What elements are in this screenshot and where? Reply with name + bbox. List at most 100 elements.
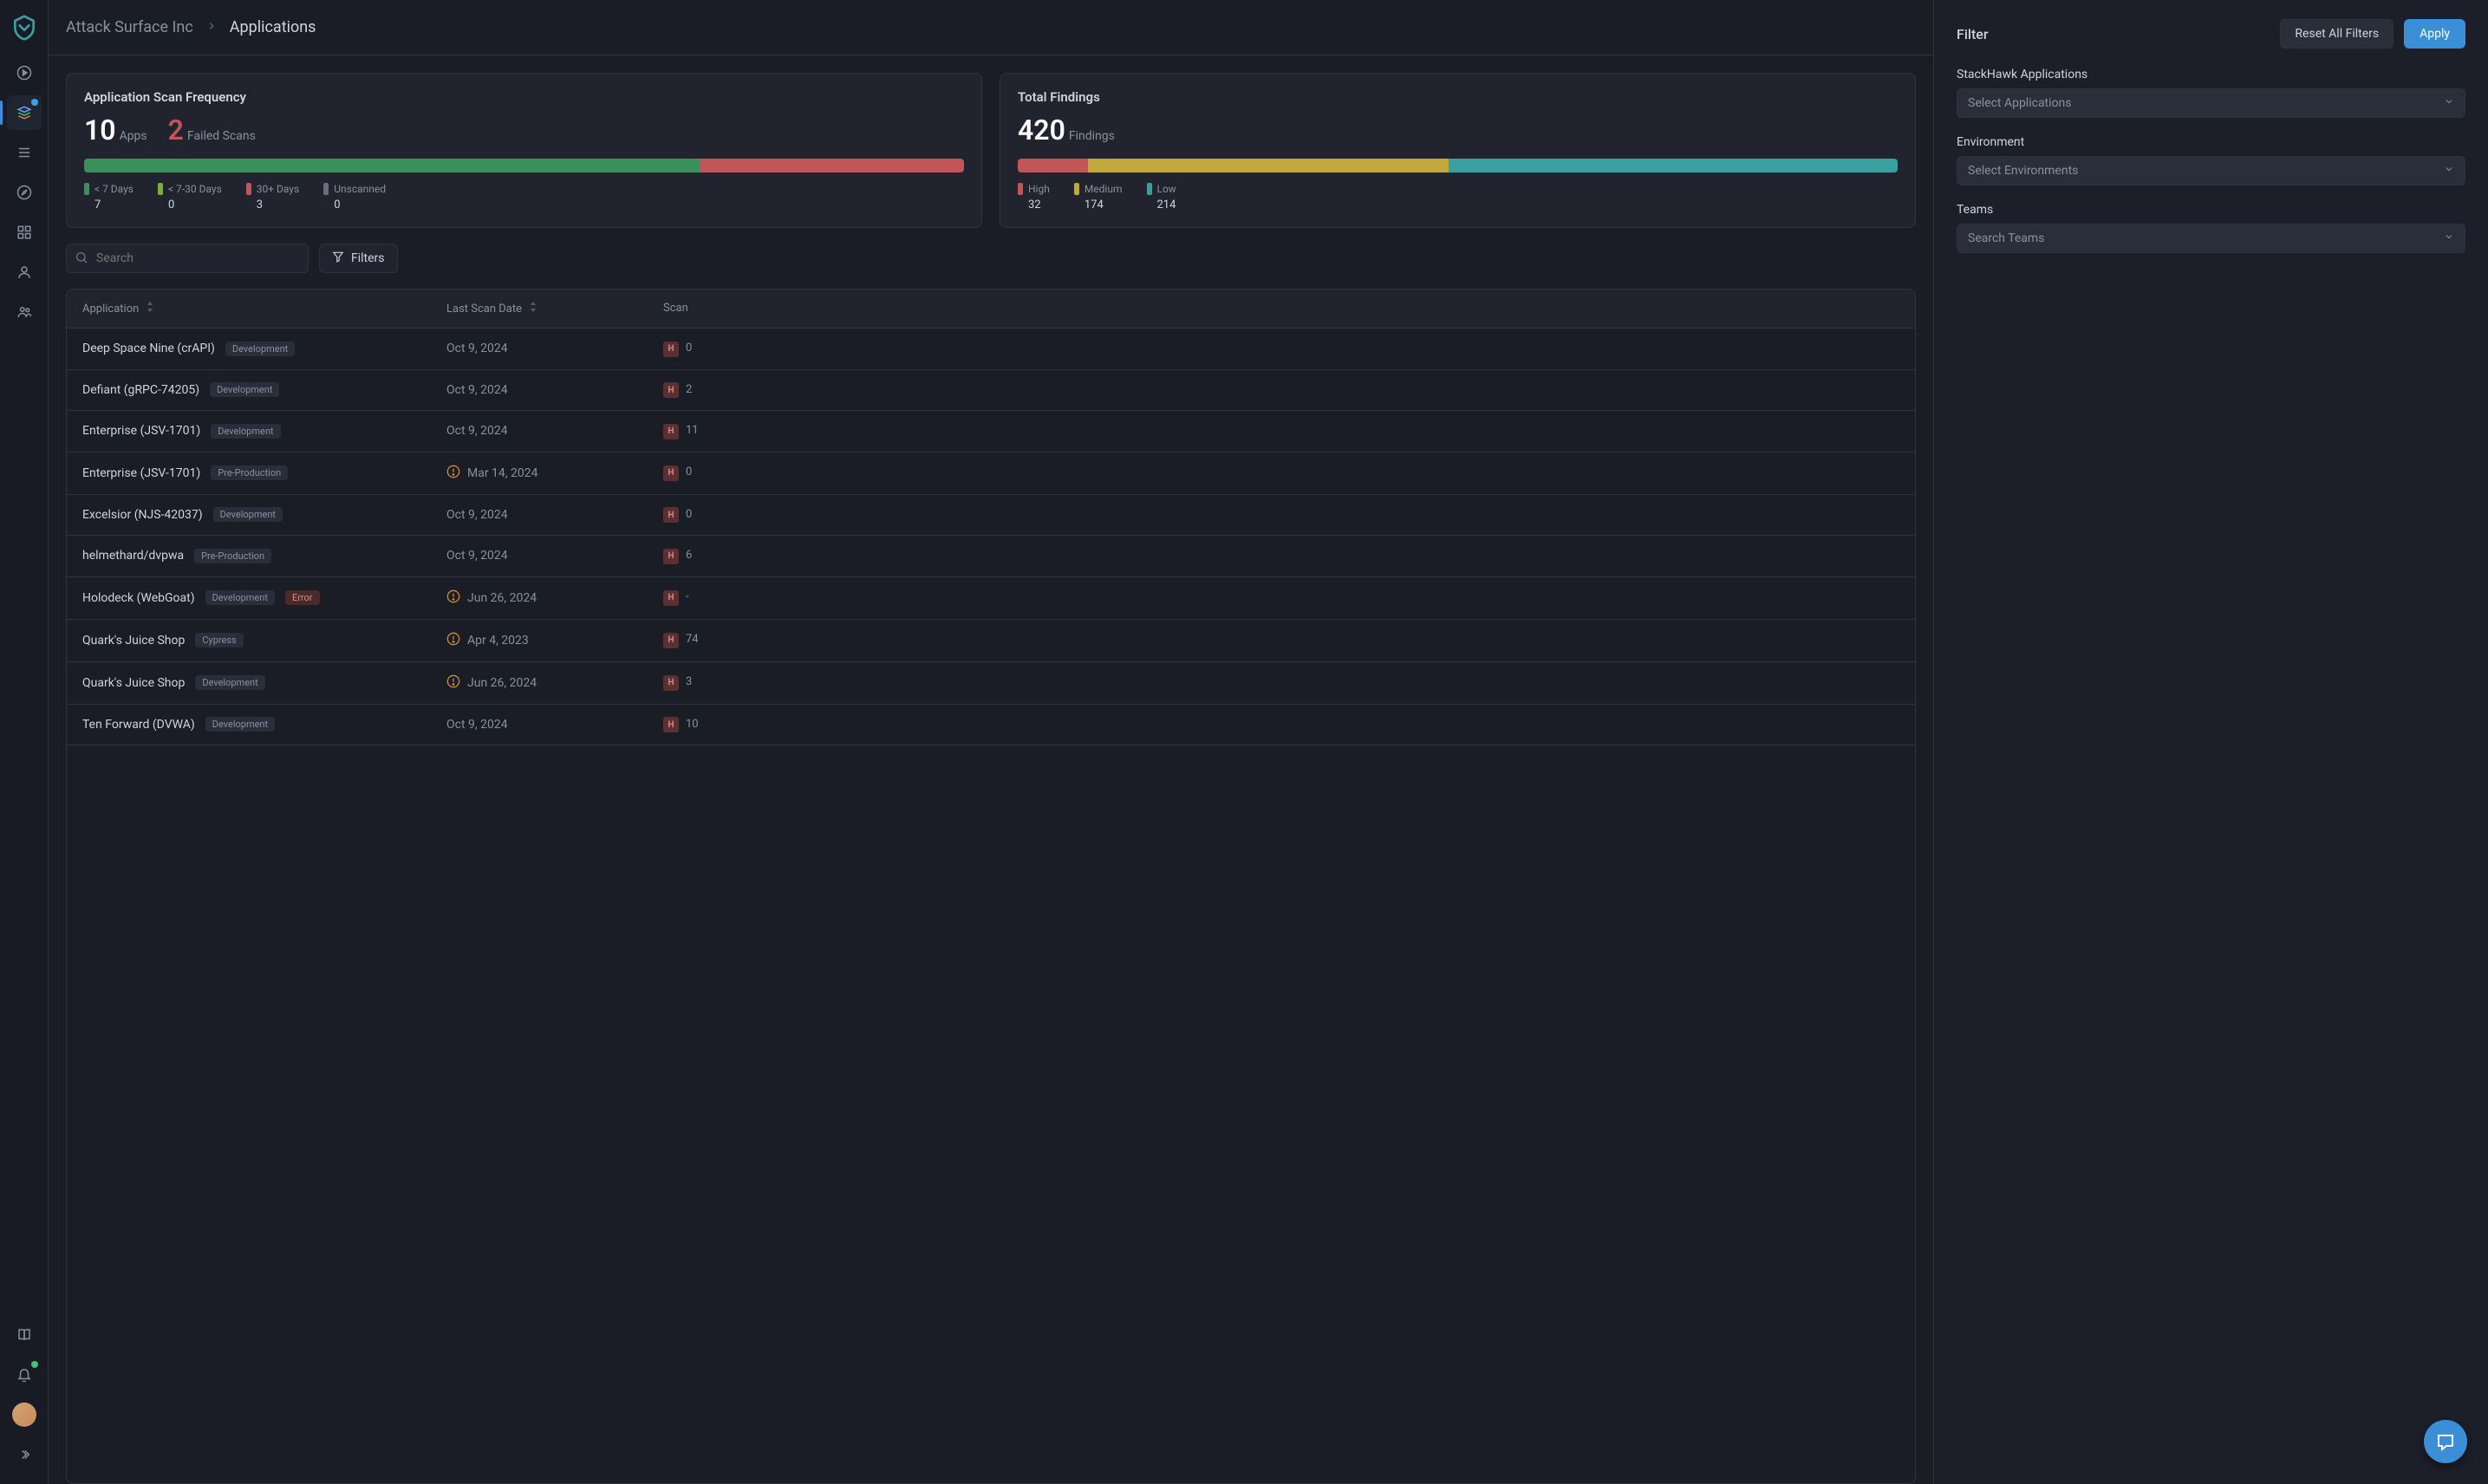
legend-value: 7	[84, 199, 134, 212]
field-teams-label: Teams	[1957, 203, 2465, 217]
nav-item-notifications[interactable]	[7, 1357, 42, 1392]
select-environment[interactable]: Select Environments	[1957, 156, 2465, 186]
findings-label: Findings	[1069, 129, 1115, 143]
legend-item: Unscanned0	[323, 183, 386, 212]
cell-scan-findings: H10	[663, 717, 1899, 733]
cell-application: Ten Forward (DVWA) Development	[82, 717, 446, 732]
main-column: Attack Surface Inc Applications Applicat…	[49, 0, 1933, 1484]
nav-item-avatar[interactable]	[7, 1397, 42, 1432]
legend-label: Medium	[1084, 183, 1123, 195]
table-row[interactable]: Quark's Juice ShopDevelopmentJun 26, 202…	[67, 662, 1915, 705]
findings-legend: High32Medium174Low214	[1018, 183, 1898, 212]
high-severity-count: 10	[686, 718, 699, 731]
bar-segment	[84, 159, 700, 172]
high-severity-badge: H	[663, 342, 679, 357]
header-application[interactable]: Application	[82, 302, 446, 316]
legend-swatch	[1147, 183, 1152, 195]
breadcrumb-org[interactable]: Attack Surface Inc	[66, 18, 193, 36]
table-row[interactable]: Deep Space Nine (crAPI)DevelopmentOct 9,…	[67, 329, 1915, 370]
application-name: Holodeck (WebGoat)	[82, 591, 195, 605]
nav-item-list[interactable]	[7, 135, 42, 170]
table-row[interactable]: Enterprise (JSV-1701) Development Oct 9, 2…	[67, 411, 1915, 452]
table-body[interactable]: Deep Space Nine (crAPI)DevelopmentOct 9,…	[67, 329, 1915, 1483]
high-severity-badge: H	[663, 382, 679, 398]
bar-segment	[1449, 159, 1898, 172]
select-teams[interactable]: Search Teams	[1957, 224, 2465, 253]
table-toolbar: Filters	[66, 244, 1916, 273]
table-row[interactable]: Enterprise (JSV-1701)Pre-ProductionMar 1…	[67, 452, 1915, 495]
legend-label: < 7-30 Days	[168, 183, 222, 195]
environment-tag: Development	[211, 424, 280, 439]
failed-count: 2	[168, 114, 184, 146]
environment-tag: Development	[195, 675, 264, 690]
scan-date: Oct 9, 2024	[446, 718, 508, 732]
legend-value: 0	[323, 199, 386, 212]
legend-swatch	[158, 183, 163, 195]
table-row[interactable]: Ten Forward (DVWA) Development Oct 9, 2024…	[67, 705, 1915, 746]
high-severity-count: 2	[686, 383, 692, 396]
high-severity-count: 0	[686, 465, 692, 478]
application-name: Enterprise (JSV-1701)	[82, 424, 200, 438]
application-name: Ten Forward (DVWA)	[82, 718, 195, 732]
legend-value: 0	[158, 199, 222, 212]
select-environment-placeholder: Select Environments	[1968, 164, 2078, 178]
high-severity-badge: H	[663, 590, 679, 606]
stale-warning-icon	[446, 632, 460, 649]
nav-item-explore[interactable]	[7, 175, 42, 210]
nav-item-user[interactable]	[7, 255, 42, 290]
legend-label: Low	[1157, 183, 1176, 195]
table-row[interactable]: helmethard/dvpwaPre-ProductionOct 9, 202…	[67, 536, 1915, 577]
nav-item-team[interactable]	[7, 295, 42, 329]
cell-application: helmethard/dvpwaPre-Production	[82, 549, 446, 563]
reset-filters-button[interactable]: Reset All Filters	[2280, 19, 2394, 49]
environment-tag: Development	[213, 507, 283, 522]
high-severity-count: -	[686, 590, 689, 603]
environment-tag: Development	[205, 717, 275, 732]
legend-swatch	[246, 183, 251, 195]
apps-count: 10	[84, 114, 116, 146]
nav-item-dashboard[interactable]	[7, 215, 42, 250]
legend-label: High	[1028, 183, 1050, 195]
nav-item-docs[interactable]	[7, 1318, 42, 1352]
failed-label: Failed Scans	[187, 129, 256, 143]
legend-item: < 7 Days7	[84, 183, 134, 212]
table-row[interactable]: Holodeck (WebGoat)DevelopmentErrorJun 26…	[67, 577, 1915, 620]
high-severity-badge: H	[663, 549, 679, 564]
search-field	[66, 244, 309, 273]
table-row[interactable]: Quark's Juice ShopCypressApr 4, 2023H74	[67, 620, 1915, 662]
brand-logo[interactable]	[9, 12, 40, 43]
chevron-right-icon	[205, 19, 218, 36]
breadcrumb-bar: Attack Surface Inc Applications	[49, 0, 1933, 55]
filters-button-label: Filters	[351, 251, 385, 265]
table-header: Application Last Scan Date Scan	[67, 290, 1915, 329]
header-last-scan-date[interactable]: Last Scan Date	[446, 302, 663, 316]
search-input[interactable]	[66, 244, 309, 273]
cell-last-scan-date: Mar 14, 2024	[446, 465, 663, 482]
high-severity-count: 6	[686, 549, 692, 562]
apply-filters-button[interactable]: Apply	[2404, 19, 2465, 49]
cell-application: Enterprise (JSV-1701)Pre-Production	[82, 465, 446, 480]
filters-button[interactable]: Filters	[319, 244, 398, 273]
field-applications: StackHawk Applications Select Applicatio…	[1957, 68, 2465, 118]
cell-last-scan-date: Oct 9, 2024	[446, 424, 663, 438]
left-nav-rail	[0, 0, 49, 1484]
chat-fab[interactable]	[2424, 1420, 2467, 1463]
cell-application: Deep Space Nine (crAPI)Development	[82, 342, 446, 356]
table-row[interactable]: Defiant (gRPC-74205)DevelopmentOct 9, 20…	[67, 370, 1915, 412]
cell-last-scan-date: Oct 9, 2024	[446, 718, 663, 732]
legend-item: Medium174	[1074, 183, 1123, 212]
nav-item-expand[interactable]	[7, 1437, 42, 1472]
select-applications[interactable]: Select Applications	[1957, 88, 2465, 118]
drawer-body: StackHawk Applications Select Applicatio…	[1934, 68, 2488, 253]
scan-frequency-bar	[84, 159, 964, 172]
nav-item-play[interactable]	[7, 55, 42, 90]
table-row[interactable]: Excelsior (NJS-42037)DevelopmentOct 9, 2…	[67, 495, 1915, 537]
high-severity-badge: H	[663, 424, 679, 439]
environment-tag: Development	[205, 590, 275, 605]
legend-item: 30+ Days3	[246, 183, 299, 212]
cell-last-scan-date: Oct 9, 2024	[446, 342, 663, 355]
high-severity-count: 0	[686, 342, 692, 355]
cell-application: Quark's Juice ShopCypress	[82, 633, 446, 648]
nav-item-applications[interactable]	[7, 95, 42, 130]
legend-value: 32	[1018, 199, 1050, 212]
